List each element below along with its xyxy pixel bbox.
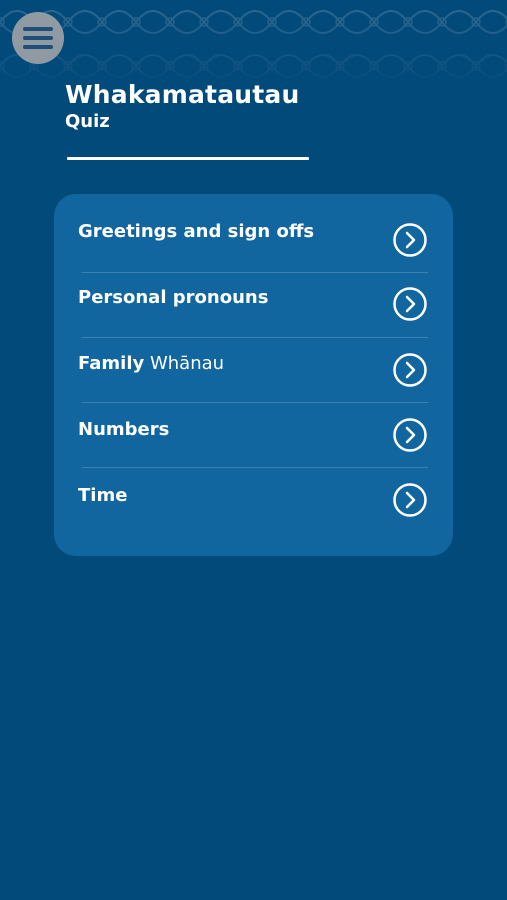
topic-label: Numbers [78, 419, 170, 440]
topic-item-greetings[interactable]: Greetings and sign offs [54, 194, 453, 259]
topic-item-personal-pronouns[interactable]: Personal pronouns [54, 259, 453, 324]
page-header: Whakamatautau Quiz [65, 80, 300, 133]
hamburger-menu-icon [23, 27, 53, 49]
chevron-right-circle-icon[interactable] [393, 418, 427, 452]
topic-label: Time [78, 485, 128, 506]
topic-item-time[interactable]: Time [54, 454, 453, 519]
chevron-right-circle-icon[interactable] [393, 287, 427, 321]
chevron-right-circle-icon[interactable] [393, 483, 427, 517]
chevron-right-circle-icon[interactable] [393, 223, 427, 257]
topic-label: Family Whānau [78, 353, 225, 374]
topic-label: Personal pronouns [78, 287, 269, 308]
menu-button[interactable] [12, 12, 64, 64]
topic-label: Greetings and sign offs [78, 221, 315, 242]
page-title: Whakamatautau [65, 80, 300, 109]
topic-item-family[interactable]: Family Whānau [54, 324, 453, 389]
title-underline [67, 157, 309, 160]
quiz-topic-list: Greetings and sign offs Personal pronoun… [54, 194, 453, 556]
topic-item-numbers[interactable]: Numbers [54, 389, 453, 454]
header-pattern [0, 0, 507, 90]
chevron-right-circle-icon[interactable] [393, 353, 427, 387]
page-subtitle: Quiz [65, 111, 110, 132]
